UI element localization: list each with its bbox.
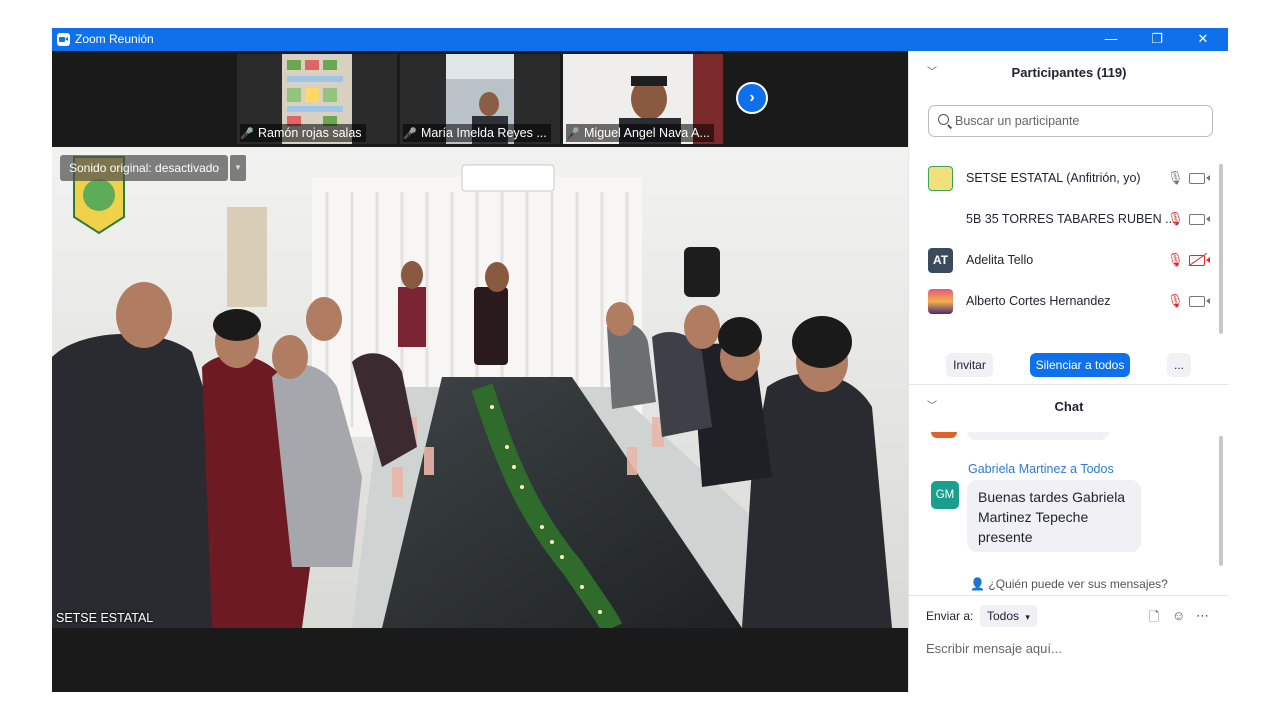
send-to-label: Enviar a:	[926, 609, 974, 623]
mic-muted-icon: 🎤	[566, 128, 580, 140]
participant-name: Alberto Cortes Hernandez	[966, 294, 1111, 308]
meeting-room-video	[52, 147, 908, 628]
chat-recipient-prefix: a	[1070, 462, 1078, 476]
chevron-down-icon: ▾	[1025, 612, 1030, 622]
mute-all-button[interactable]: Silenciar a todos	[1030, 353, 1130, 377]
chat-recipient[interactable]: Todos	[1080, 462, 1113, 476]
minimize-button[interactable]: —	[1088, 28, 1134, 51]
thumbnail-strip: 🎤 Ramón rojas salas 🎤 María Imelda Reyes .…	[52, 51, 908, 147]
avatar	[928, 289, 953, 314]
chat-header[interactable]: ﹀ Chat	[909, 387, 1229, 427]
restore-button[interactable]: ❐	[1134, 28, 1180, 51]
who-can-see-text: ¿Quién puede ver sus mensajes?	[988, 577, 1168, 591]
window-title: Zoom Reunión	[75, 32, 154, 46]
participants-scrollbar[interactable]	[1219, 164, 1223, 334]
title-bar: Zoom Reunión — ❐ ✕	[52, 28, 1228, 51]
chevron-right-icon[interactable]: ›	[736, 82, 768, 114]
chat-message-line: presente	[978, 529, 1033, 545]
video-camera-off-icon[interactable]	[1189, 255, 1210, 266]
chat-message-input[interactable]	[926, 637, 1216, 659]
send-to-value: Todos	[987, 609, 1020, 623]
chevron-down-icon[interactable]: ▼	[230, 155, 246, 181]
thumbnail-name: Miguel Angel Nava A...	[584, 126, 710, 140]
video-camera-icon[interactable]	[1189, 173, 1210, 184]
side-panel: ﹀ Participantes (119) SETSE ESTATAL (Anf…	[908, 51, 1229, 692]
chevron-down-icon[interactable]: ﹀	[927, 387, 937, 427]
avatar: AT	[928, 248, 953, 273]
chat-title: Chat	[1054, 399, 1084, 414]
thumbnail-name: María Imelda Reyes ...	[421, 126, 547, 140]
chat-sender[interactable]: Gabriela Martinez	[968, 462, 1067, 476]
more-icon[interactable]: ⋯	[1196, 608, 1209, 624]
chat-messages: Gabriela Martinez a Todos GM Buenas tard…	[909, 432, 1229, 572]
mic-muted-icon: 🎤	[403, 128, 417, 140]
chat-message-line: Buenas tardes Gabriela	[978, 489, 1126, 505]
zoom-logo-icon	[57, 33, 70, 46]
bottom-bar	[52, 628, 908, 692]
thumbnail-name: Ramón rojas salas	[258, 126, 362, 140]
speaker-name: SETSE ESTATAL	[56, 611, 154, 625]
divider	[909, 384, 1229, 385]
participant-name: SETSE ESTATAL (Anfitrión, yo)	[966, 171, 1141, 185]
main-video: Sonido original: desactivado ▼ SETSE EST…	[52, 147, 908, 628]
invite-button[interactable]: Invitar	[946, 353, 993, 377]
participant-thumbnail[interactable]: 🎤 Ramón rojas salas	[237, 54, 397, 144]
avatar	[928, 166, 953, 191]
participant-name: 5B 35 TORRES TABARES RUBEN ...	[966, 212, 1176, 226]
file-icon[interactable]: 🗋	[1149, 608, 1159, 630]
chat-scrollbar[interactable]	[1219, 436, 1223, 566]
participant-row[interactable]: 5B 35 TORRES TABARES RUBEN ... 🎙	[909, 200, 1219, 241]
participant-row[interactable]: AT Adelita Tello 🎙	[909, 241, 1219, 282]
participant-search-input[interactable]	[955, 110, 1205, 132]
participant-name: Adelita Tello	[966, 253, 1034, 267]
participant-search[interactable]	[928, 105, 1213, 137]
participant-thumbnail[interactable]: 🎤 María Imelda Reyes ...	[400, 54, 560, 144]
chat-sender-line: Gabriela Martinez a Todos	[968, 462, 1114, 476]
zoom-window: Zoom Reunión — ❐ ✕ 🎤 Ramón rojas salas 🎤…	[52, 28, 1229, 692]
video-camera-icon[interactable]	[1189, 296, 1210, 307]
participant-thumbnail[interactable]: 🎤 Miguel Angel Nava A...	[563, 54, 723, 144]
participant-row[interactable]: Alberto Cortes Hernandez 🎙	[909, 282, 1219, 323]
emoji-icon[interactable]: ☺	[1172, 608, 1185, 623]
participants-header[interactable]: ﹀ Participantes (119)	[909, 53, 1229, 93]
video-camera-icon[interactable]	[1189, 214, 1210, 225]
chat-bubble: Buenas tardes Gabriela Martinez Tepeche …	[967, 480, 1141, 552]
mic-muted-icon[interactable]: 🎙	[1167, 211, 1184, 229]
mic-icon[interactable]: 🎙	[1167, 170, 1184, 188]
chevron-down-icon[interactable]: ﹀	[927, 53, 937, 93]
search-icon	[938, 114, 949, 125]
avatar	[931, 432, 957, 438]
chat-message-line: Martinez Tepeche	[978, 509, 1089, 525]
video-stage: 🎤 Ramón rojas salas 🎤 María Imelda Reyes .…	[52, 51, 908, 692]
who-can-see-link[interactable]: 👤 ¿Quién puede ver sus mensajes?	[909, 572, 1229, 596]
avatar: GM	[931, 481, 959, 509]
participants-title: Participantes (119)	[1011, 65, 1127, 80]
mic-muted-icon[interactable]: 🎙	[1167, 252, 1184, 270]
people-icon: 👤	[970, 577, 986, 591]
participant-row[interactable]: SETSE ESTATAL (Anfitrión, yo) 🎙	[909, 159, 1219, 200]
send-to-select[interactable]: Todos ▾	[980, 605, 1037, 627]
mic-muted-icon: 🎤	[240, 128, 254, 140]
mic-muted-icon[interactable]: 🎙	[1167, 293, 1184, 311]
close-button[interactable]: ✕	[1180, 28, 1226, 51]
original-sound-button[interactable]: Sonido original: desactivado	[60, 155, 229, 181]
more-button[interactable]: ...	[1167, 353, 1191, 377]
chat-bubble-previous	[967, 432, 1109, 440]
